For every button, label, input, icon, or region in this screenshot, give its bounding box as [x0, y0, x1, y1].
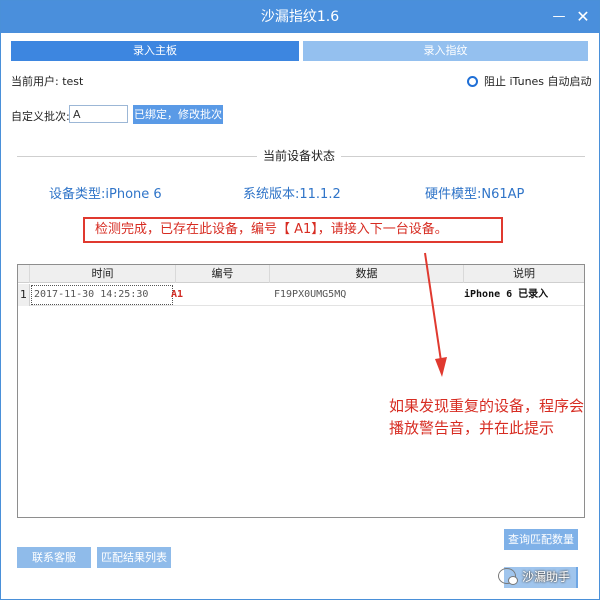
system-version: 系统版本:11.1.2	[243, 187, 341, 202]
match-results-button[interactable]: 匹配结果列表	[97, 547, 171, 568]
device-status-title: 当前设备状态	[257, 147, 342, 164]
query-match-count-button[interactable]: 查询匹配数量	[504, 529, 578, 550]
batch-input[interactable]	[69, 105, 128, 123]
radio-icon[interactable]	[467, 75, 478, 87]
table-header: 时间 编号 数据 说明	[18, 265, 584, 283]
column-header-id[interactable]: 编号	[176, 265, 270, 283]
itunes-block-option[interactable]: 阻止 iTunes 自动启动	[467, 73, 592, 89]
column-header-data[interactable]: 数据	[270, 265, 464, 283]
contact-support-button[interactable]: 联系客服	[17, 547, 91, 568]
cell-note[interactable]: iPhone 6 已录入	[464, 284, 584, 306]
table-header-corner	[18, 265, 30, 283]
watermark-text: 沙漏助手	[522, 569, 571, 584]
title-bar: 沙漏指纹1.6 — ✕	[1, 1, 599, 33]
close-icon[interactable]: ✕	[573, 7, 593, 27]
cell-data[interactable]: F19PX0UMG5MQ	[270, 284, 464, 306]
tab-enter-mainboard[interactable]: 录入主板	[11, 41, 299, 61]
wechat-icon	[498, 568, 518, 585]
tab-enter-fingerprint[interactable]: 录入指纹	[303, 41, 588, 61]
device-type: 设备类型:iPhone 6	[49, 187, 162, 202]
annotation-note: 如果发现重复的设备，程序会播放警告音，并在此提示	[389, 397, 585, 437]
cell-id[interactable]: A1	[170, 284, 260, 306]
column-header-time[interactable]: 时间	[30, 265, 176, 283]
row-number: 1	[18, 284, 30, 306]
itunes-option-label: 阻止 iTunes 自动启动	[484, 75, 592, 88]
minimize-icon[interactable]: —	[549, 7, 569, 27]
status-message: 检测完成，已存在此设备，编号【 A1】，请接入下一台设备。	[83, 217, 503, 243]
current-user-label: 当前用户: test	[11, 75, 84, 88]
column-header-note[interactable]: 说明	[464, 265, 584, 283]
table-row[interactable]: 1 2017-11-30 14:25:30 A1 F19PX0UMG5MQ iP…	[18, 284, 584, 306]
watermark: 沙漏助手	[492, 563, 577, 589]
batch-label: 自定义批次:	[11, 110, 70, 123]
app-window: 沙漏指纹1.6 — ✕ 录入主板 录入指纹 当前用户: test 阻止 iTun…	[0, 0, 600, 600]
window-title: 沙漏指纹1.6	[260, 9, 340, 25]
hardware-model: 硬件模型:N61AP	[425, 187, 525, 202]
cell-time[interactable]: 2017-11-30 14:25:30	[31, 285, 173, 305]
modify-batch-button[interactable]: 已绑定，修改批次	[133, 105, 223, 124]
records-table[interactable]: 时间 编号 数据 说明 1 2017-11-30 14:25:30 A1 F19…	[17, 264, 585, 518]
